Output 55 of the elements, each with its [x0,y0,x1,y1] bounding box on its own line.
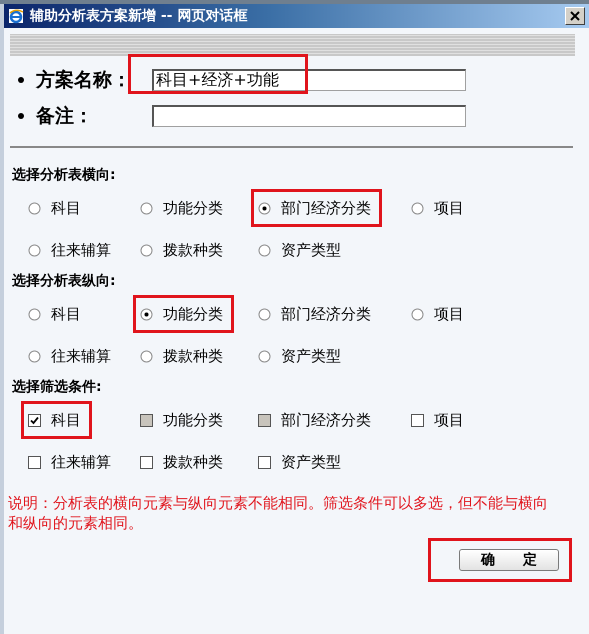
radio-button[interactable] [258,202,271,214]
checkbox[interactable] [28,414,41,426]
option-label: 部门经济分类 [281,410,371,430]
input-field[interactable]: 科目+经济+功能 [152,69,466,91]
option-label: 功能分类 [163,410,223,430]
close-button[interactable] [565,7,585,25]
option-label: 项目 [434,198,464,218]
option-label: 往来辅算 [51,452,111,472]
radio-button[interactable] [258,350,271,362]
radio-button[interactable] [28,244,41,256]
option-label: 资产类型 [281,346,341,366]
note-text: 说明：分析表的横向元素与纵向元素不能相同。筛选条件可以多选，但不能与横向和纵向的元素相同。 [8,494,549,533]
radio-button[interactable] [411,308,424,320]
option-label: 资产类型 [281,240,341,260]
input-field[interactable] [152,105,466,127]
option-label: 往来辅算 [51,346,111,366]
bullet-icon [18,77,24,83]
option-label: 功能分类 [163,198,223,218]
section-heading: 选择分析表纵向: [12,272,117,290]
option-label: 项目 [434,304,464,324]
window-title: 辅助分析表方案新增 -- 网页对话框 [30,7,248,25]
radio-button[interactable] [411,202,424,214]
checkbox[interactable] [28,456,41,468]
option-label: 拨款种类 [163,346,223,366]
radio-button[interactable] [140,350,153,362]
option-label: 项目 [434,410,464,430]
option-label: 部门经济分类 [281,198,371,218]
option-label: 科目 [51,198,81,218]
radio-button[interactable] [140,308,153,320]
radio-button[interactable] [28,202,41,214]
field-label: 方案名称： [36,68,132,93]
radio-button[interactable] [28,350,41,362]
radio-button[interactable] [258,244,271,256]
radio-button[interactable] [140,244,153,256]
option-label: 拨款种类 [163,452,223,472]
option-label: 往来辅算 [51,240,111,260]
bullet-icon [18,113,24,119]
browser-icon [8,8,24,24]
option-label: 科目 [51,410,81,430]
option-label: 资产类型 [281,452,341,472]
radio-button[interactable] [258,308,271,320]
confirm-button[interactable]: 确 定 [459,549,559,571]
option-label: 拨款种类 [163,240,223,260]
option-label: 科目 [51,304,81,324]
section-heading: 选择筛选条件: [12,378,103,396]
radio-button[interactable] [140,202,153,214]
field-label: 备注： [36,104,94,129]
option-label: 部门经济分类 [281,304,371,324]
close-icon [570,11,580,21]
checkbox[interactable] [258,456,271,468]
checkbox[interactable] [140,456,153,468]
option-label: 功能分类 [163,304,223,324]
section-heading: 选择分析表横向: [12,166,117,184]
checkbox[interactable] [411,414,424,426]
radio-button[interactable] [28,308,41,320]
